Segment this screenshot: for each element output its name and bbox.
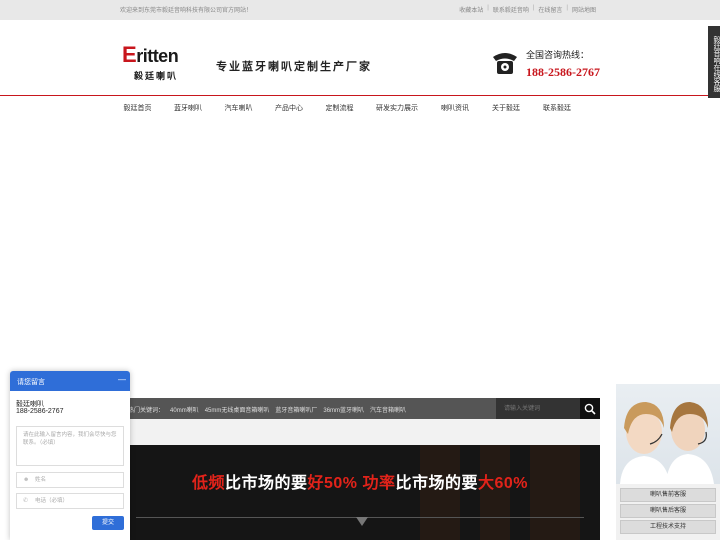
promo-text-red: 低频: [191, 475, 225, 492]
phone-icon: ✆: [23, 498, 29, 504]
hotline-number: 188-2586-2767: [526, 65, 600, 79]
message-widget-header[interactable]: 请您留言 —: [10, 371, 130, 391]
promo-text: 比市场的要: [395, 475, 478, 492]
user-icon: ☻: [23, 477, 30, 483]
nav-item-home[interactable]: 毅廷首页: [112, 103, 163, 113]
message-widget-title: 请您留言: [17, 379, 45, 386]
promo-text: 比市场的要: [224, 475, 308, 492]
minimize-icon[interactable]: —: [118, 375, 126, 384]
hot-keywords: 热门关键词： 40mm喇叭 45mm无线桌面音箱喇叭 蓝牙音箱喇叭厂 36mm蓝…: [128, 405, 406, 414]
message-textarea[interactable]: 请在此输入留言内容，我们会尽快与您联系。（必填）: [16, 426, 124, 466]
top-link-sitemap[interactable]: 网站地图: [572, 5, 596, 14]
nav-item-car-speaker[interactable]: 汽车喇叭: [213, 103, 264, 113]
arrow-down-icon: [356, 517, 368, 526]
logo-initial: E: [122, 42, 137, 67]
top-link-bookmark[interactable]: 收藏本站: [459, 5, 483, 14]
nav-item-products[interactable]: 产品中心: [264, 103, 314, 113]
top-link-contact[interactable]: 联系毅廷音响: [493, 5, 529, 14]
nav-item-rnd[interactable]: 研发实力展示: [365, 103, 429, 113]
separator: |: [566, 5, 568, 11]
telephone-icon: [493, 53, 517, 74]
nav-item-about[interactable]: 关于毅廷: [481, 103, 531, 113]
nav-item-custom-process[interactable]: 定制流程: [314, 103, 365, 113]
top-bar: 欢迎来到东莞市毅廷音响科技有限公司官方网站！ 收藏本站 | 联系毅廷音响 | 在…: [0, 0, 720, 20]
promo-headline: 低频比市场的要好50% 功率比市场的要大60%: [120, 469, 600, 493]
phone-placeholder: 电话（必填）: [35, 498, 69, 504]
promo-text-red: 功率: [362, 475, 396, 492]
promo-text-red: 好50%: [307, 475, 358, 492]
site-logo[interactable]: Eritten 毅廷喇叭: [122, 42, 202, 82]
tech-support-button[interactable]: 工程技术支持: [620, 520, 716, 534]
logo-chinese: 毅廷喇叭: [134, 71, 179, 81]
header-slogan: 专业蓝牙喇叭定制生产厂家: [216, 61, 372, 73]
separator: |: [487, 5, 489, 11]
search-button[interactable]: [580, 398, 600, 419]
nav-item-bluetooth-speaker[interactable]: 蓝牙喇叭: [163, 103, 213, 113]
welcome-text: 欢迎来到东莞市毅廷音响科技有限公司官方网站！: [120, 8, 253, 14]
search-input[interactable]: [496, 398, 580, 419]
name-placeholder: 姓名: [35, 477, 47, 483]
nav-item-news[interactable]: 喇叭资讯: [429, 103, 481, 113]
main-nav: 毅廷首页 蓝牙喇叭 汽车喇叭 产品中心 定制流程 研发实力展示 喇叭资讯 关于毅…: [0, 97, 720, 120]
hotword-link[interactable]: 36mm蓝牙喇叭: [323, 405, 364, 414]
hotword-link[interactable]: 蓝牙音箱喇叭厂: [275, 405, 317, 414]
logo-wordmark: Eritten: [122, 42, 179, 68]
agent-photo: [616, 384, 720, 484]
aftersales-service-button[interactable]: 喇叭售后客服: [620, 504, 716, 518]
top-link-message[interactable]: 在线留言: [538, 5, 562, 14]
name-field[interactable]: ☻ 姓名: [16, 472, 124, 488]
logo-rest: ritten: [136, 46, 179, 66]
hotword-link[interactable]: 40mm喇叭: [170, 405, 199, 414]
site-header: Eritten 毅廷喇叭 专业蓝牙喇叭定制生产厂家 全国咨询热线： 188-25…: [0, 20, 720, 96]
chat-phone: 188-2586-2767: [16, 408, 64, 415]
top-links: 收藏本站 | 联系毅廷音响 | 在线留言 | 网站地图: [459, 5, 596, 14]
presales-service-button[interactable]: 喇叭售前客服: [620, 488, 716, 502]
hotwords-label: 热门关键词：: [128, 408, 165, 414]
phone-field[interactable]: ✆ 电话（必填）: [16, 493, 124, 509]
online-service-tab[interactable]: 毅廷音响在线客服: [708, 26, 720, 98]
search-icon: [584, 403, 596, 415]
hotline-label: 全国咨询热线：: [526, 50, 590, 60]
customer-service-panel: 喇叭售前客服 喇叭售后客服 工程技术支持: [616, 384, 720, 540]
separator: |: [532, 5, 535, 11]
hotword-link[interactable]: 45mm无线桌面音箱喇叭: [205, 405, 270, 414]
agent-illustration: [620, 402, 714, 484]
promo-text-red: 大60%: [478, 475, 529, 492]
promo-banner: 低频比市场的要好50% 功率比市场的要大60%: [120, 445, 600, 540]
nav-item-contact[interactable]: 联系毅廷: [531, 103, 583, 113]
hotword-link[interactable]: 汽车音箱喇叭: [370, 405, 406, 414]
search-bar: 热门关键词： 40mm喇叭 45mm无线桌面音箱喇叭 蓝牙音箱喇叭厂 36mm蓝…: [120, 398, 600, 419]
hero-banner: [0, 120, 720, 398]
submit-button[interactable]: 提交: [92, 516, 124, 530]
message-widget: 请您留言 — 毅廷喇叭 188-2586-2767 请在此输入留言内容，我们会尽…: [10, 371, 130, 540]
